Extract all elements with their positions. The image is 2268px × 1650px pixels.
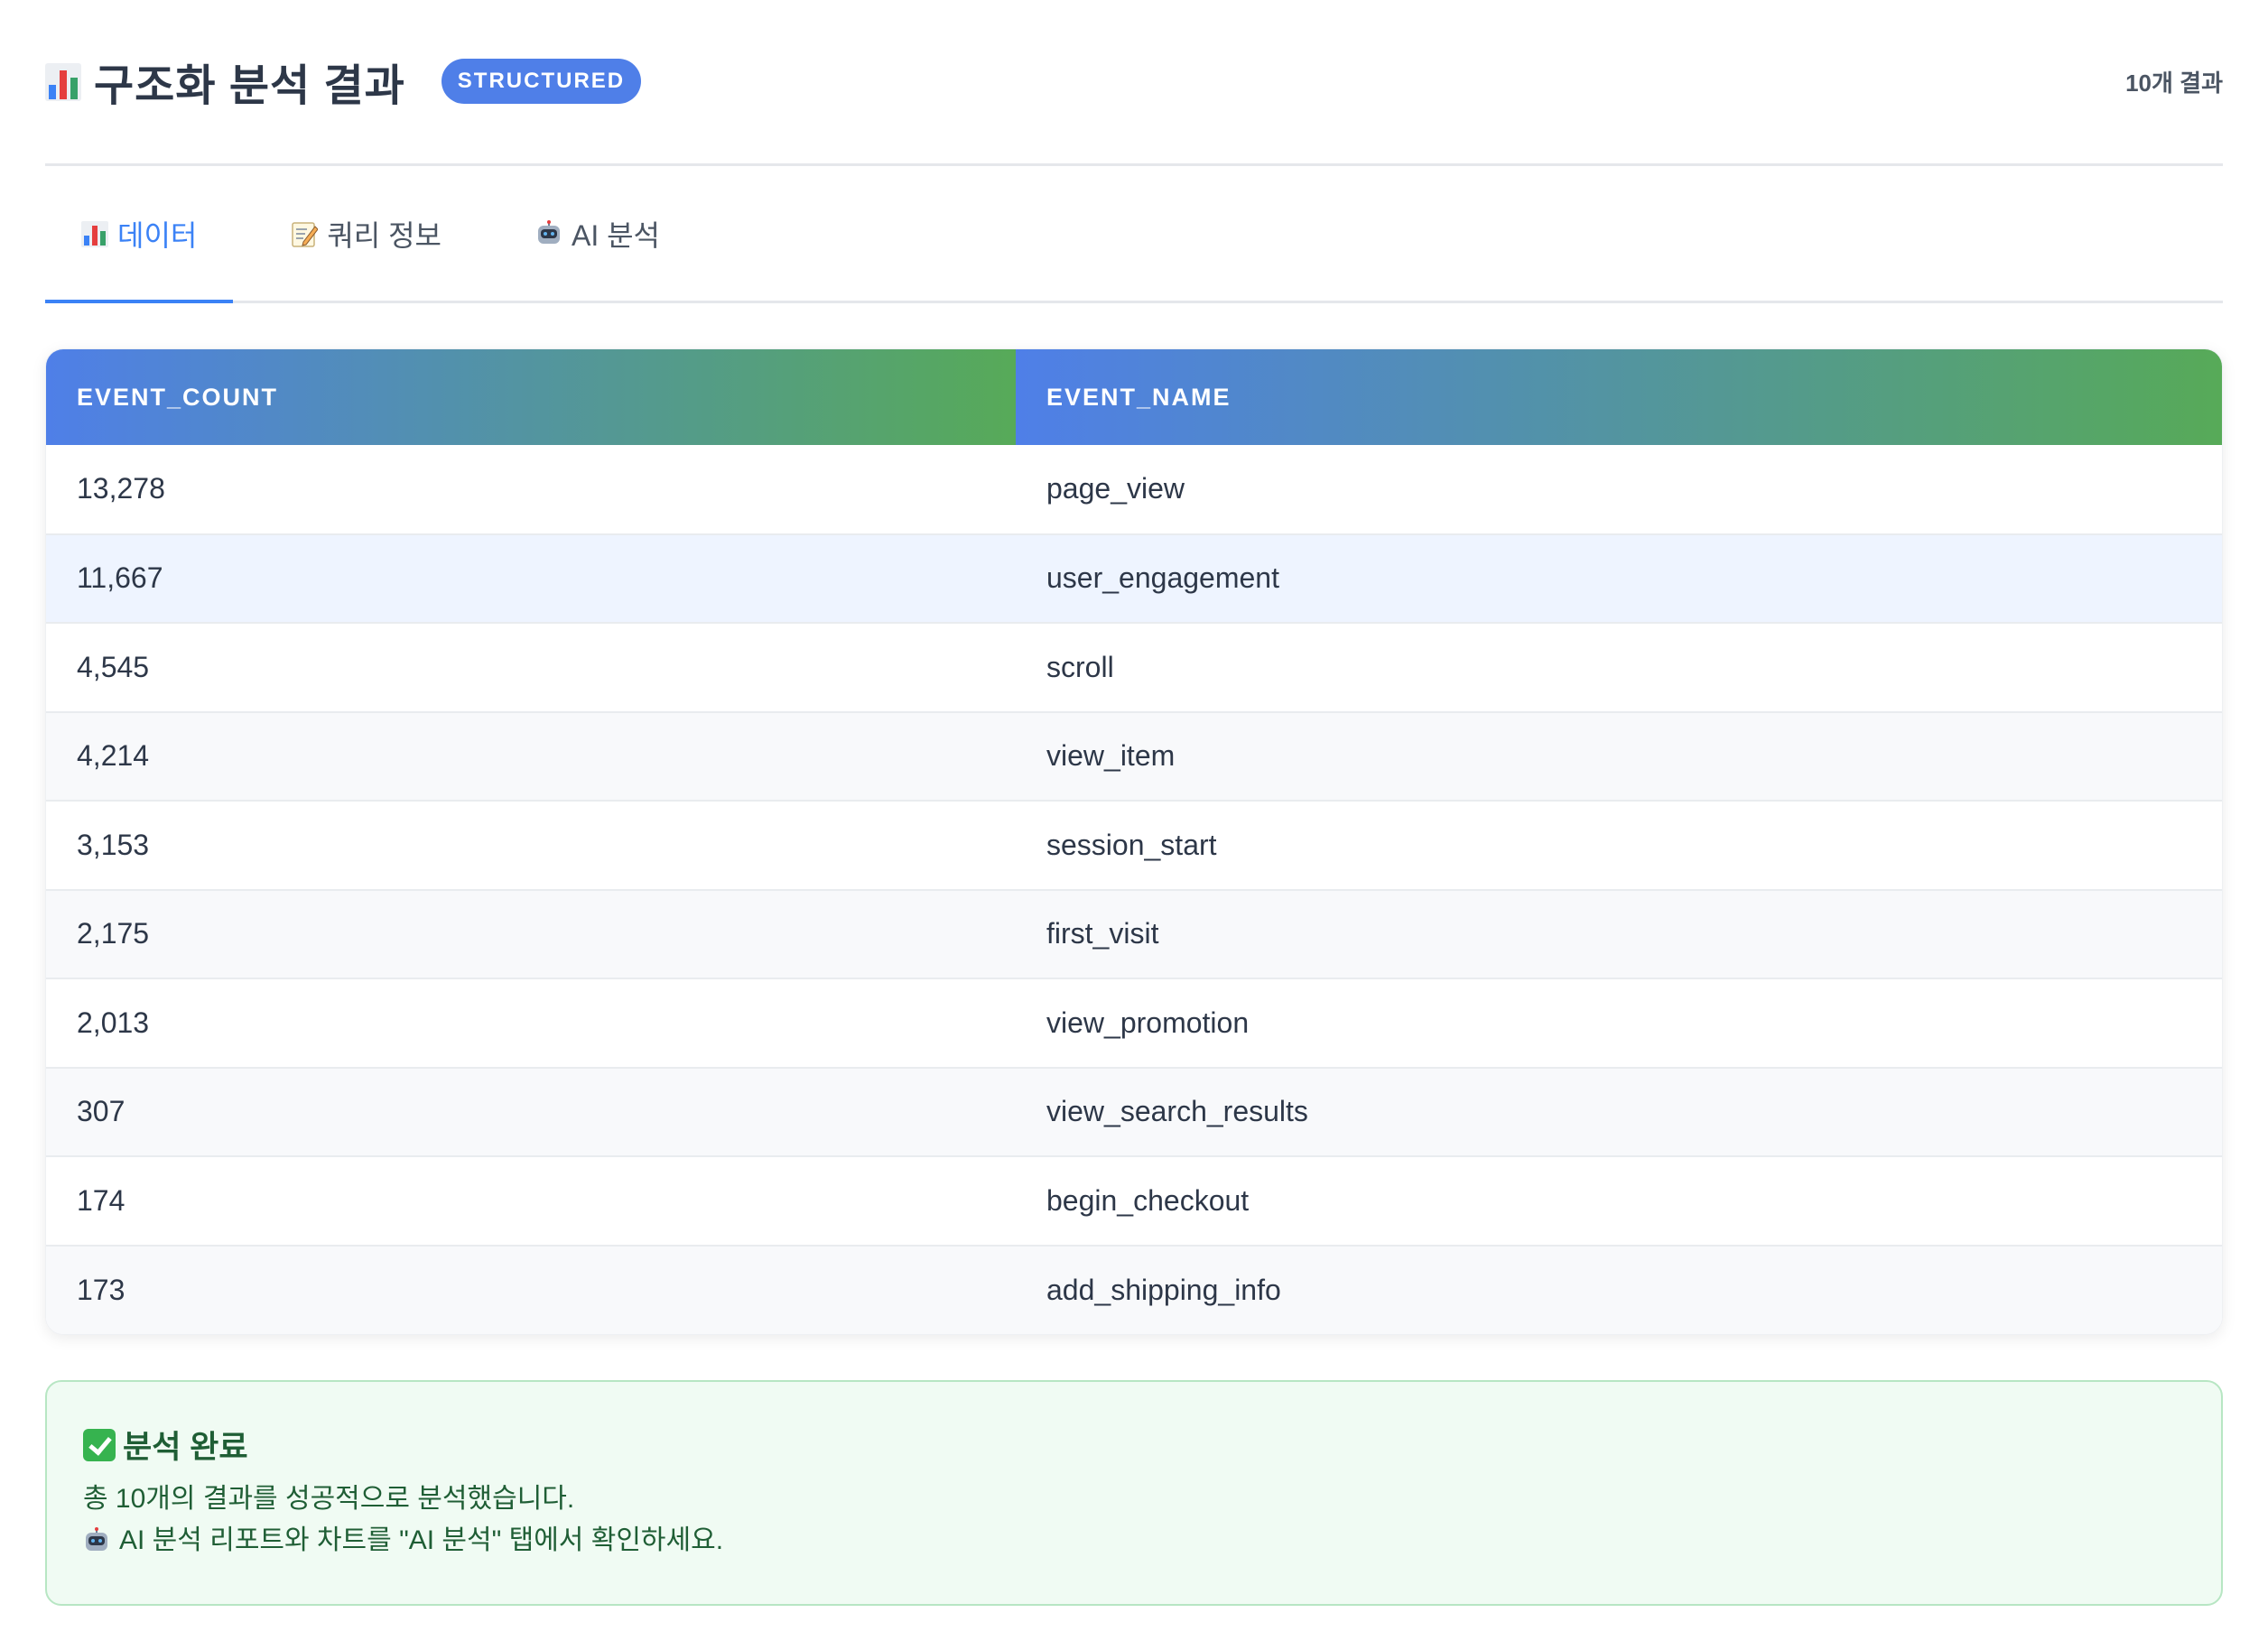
results-table: EVENT_COUNT EVENT_NAME 13,278 page_view … [46,349,2222,1334]
table-row: 2,013 view_promotion [46,978,2222,1068]
result-count: 10개 결과 [2125,70,2223,97]
table-row: 13,278 page_view [46,445,2222,534]
event-name-cell: view_search_results [1016,1066,2222,1156]
table-row: 3,153 session_start [46,800,2222,890]
tab-query-info-label: 쿼리 정보 [327,218,442,252]
event-count-cell: 307 [46,1066,1016,1156]
success-title-text: 분석 완료 [123,1430,248,1465]
bar-chart-icon [81,220,108,247]
event-name-cell: session_start [1016,800,2222,890]
success-title: 분석 완료 [83,1422,2185,1468]
event-name-cell: scroll [1016,622,2222,712]
robot-icon [535,219,562,247]
bar-chart-icon [45,61,81,101]
event-count-cell: 13,278 [77,472,165,505]
event-count-cell: 3,153 [46,800,1016,890]
table-row: 4,545 scroll [46,622,2222,712]
robot-icon [83,1527,110,1554]
page-title: 구조화 분석 결과 [94,61,405,110]
event-name-cell: view_promotion [1016,978,2222,1068]
success-message-1-text: 총 10개의 결과를 성공적으로 분석했습니다. [83,1484,575,1514]
event-name-cell: view_item [1016,710,2222,801]
event-count-cell: 4,545 [46,622,1016,712]
event-count-cell: 2,013 [46,978,1016,1068]
table-row: 4,214 view_item [46,710,2222,801]
event-name-cell: add_shipping_info [1016,1244,2222,1334]
tab-ai-analysis-label: AI 분석 [571,218,660,252]
analysis-complete-box: 분석 완료 총 10개의 결과를 성공적으로 분석했습니다. AI 분석 리포트… [45,1380,2223,1606]
event-name-cell: first_visit [1016,888,2222,978]
tab-data-label: 데이터 [117,218,198,252]
tab-data[interactable]: 데이터 [45,166,234,303]
table-row: 11,667 user_engagement [46,533,2222,623]
results-header: 구조화 분석 결과 STRUCTURED 10개 결과 [45,0,2223,166]
event-name-cell: page_view [1046,472,1185,505]
tab-ai-analysis[interactable]: AI 분석 [499,166,696,301]
success-message-2-text: AI 분석 리포트와 차트를 "AI 분석" 탭에서 확인하세요. [119,1525,724,1555]
tab-query-info[interactable]: 쿼리 정보 [255,166,478,301]
table-header-row: EVENT_COUNT EVENT_NAME [46,349,2222,445]
memo-icon [291,220,319,247]
event-name-cell: begin_checkout [1016,1155,2222,1246]
tab-bar: 데이터 쿼리 정보 AI 분석 [45,166,2223,303]
event-count-cell: 2,175 [46,888,1016,978]
table-row: 173 add_shipping_info [46,1244,2222,1334]
table-row: 2,175 first_visit [46,888,2222,978]
table-row: 307 view_search_results [46,1066,2222,1156]
success-message-1: 총 10개의 결과를 성공적으로 분석했습니다. [83,1484,2185,1515]
event-count-cell: 11,667 [46,533,1016,623]
structured-badge: STRUCTURED [441,58,642,104]
table-row: 174 begin_checkout [46,1155,2222,1246]
event-count-cell: 173 [46,1244,1016,1334]
success-message-2: AI 분석 리포트와 차트를 "AI 분석" 탭에서 확인하세요. [83,1525,2185,1556]
column-header-event-name[interactable]: EVENT_NAME [1016,349,2222,445]
check-icon [83,1428,116,1461]
event-name-cell: user_engagement [1016,533,2222,623]
results-table-card: EVENT_COUNT EVENT_NAME 13,278 page_view … [45,348,2223,1335]
title-wrap: 구조화 분석 결과 STRUCTURED [45,50,642,113]
results-panel: 구조화 분석 결과 STRUCTURED 10개 결과 데이터 쿼리 정보 AI… [45,0,2223,1606]
column-header-event-count[interactable]: EVENT_COUNT [46,349,1016,445]
event-count-cell: 4,214 [46,710,1016,801]
event-count-cell: 174 [46,1155,1016,1246]
